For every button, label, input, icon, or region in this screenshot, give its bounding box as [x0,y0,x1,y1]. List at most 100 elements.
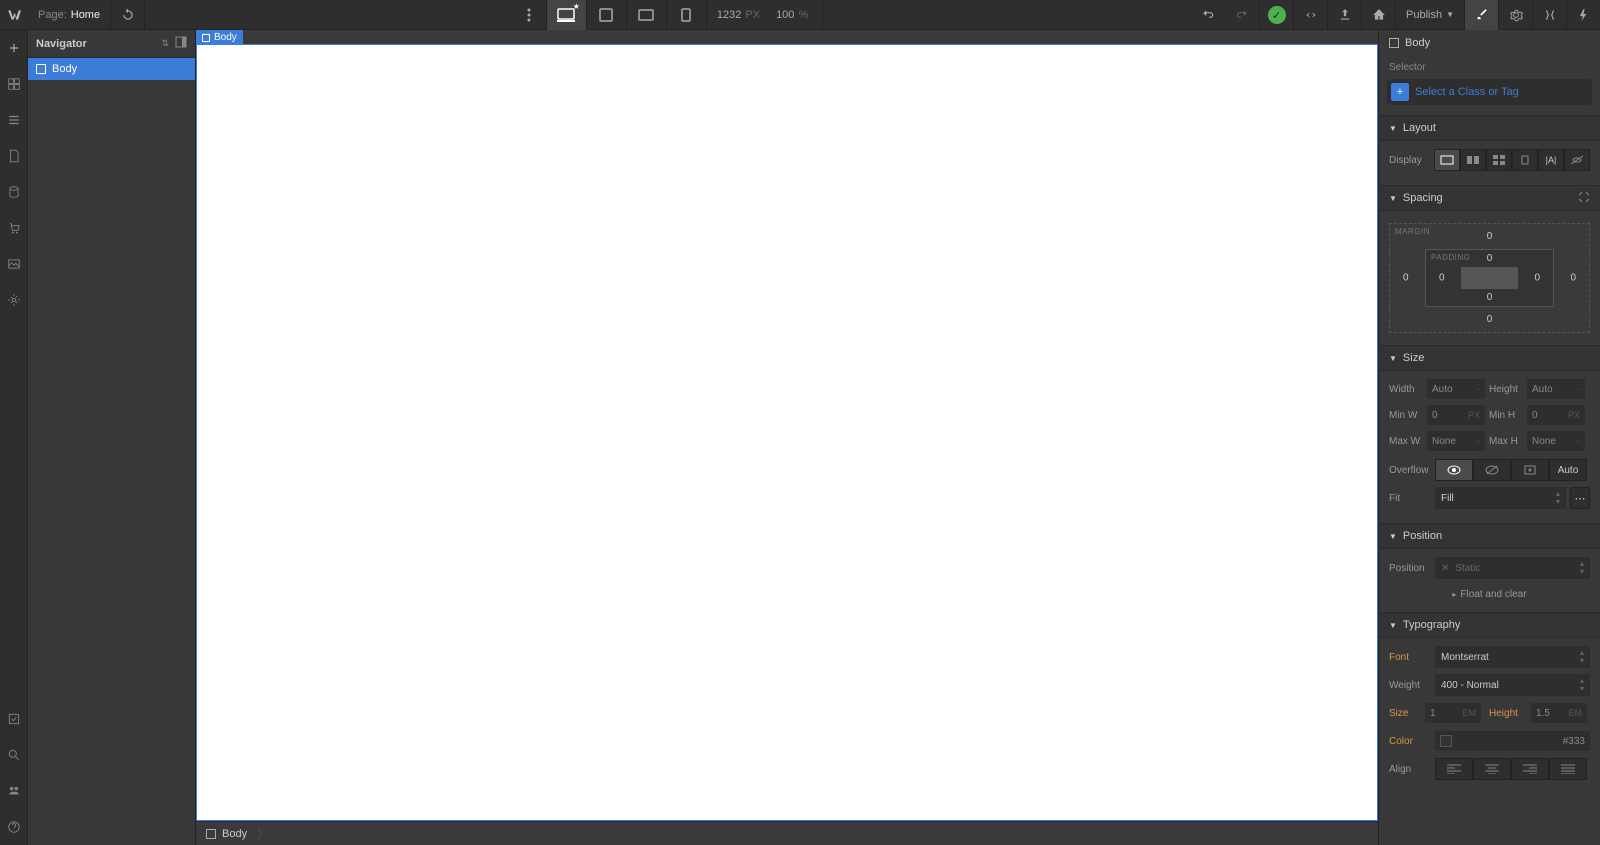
spacing-box-model[interactable]: MARGIN PADDING 0 0 0 0 0 0 0 0 [1389,223,1590,333]
page-selector[interactable]: Page: Home [28,0,111,29]
settings-button[interactable] [0,282,28,318]
assets-button[interactable] [0,246,28,282]
size-section-header[interactable]: ▼ Size [1379,345,1600,371]
padding-right-input[interactable]: 0 [1534,273,1540,284]
margin-right-input[interactable]: 0 [1570,273,1576,284]
zoom-value: 100 [776,9,794,21]
position-section-header[interactable]: ▼ Position [1379,523,1600,549]
status-success-icon[interactable]: ✓ [1259,0,1293,30]
layout-section-header[interactable]: ▼ Layout [1379,115,1600,141]
device-mobile-button[interactable] [667,0,707,30]
styles-panel-button[interactable] [1532,0,1566,30]
height-input[interactable]: Auto- [1527,379,1585,399]
fit-label: Fit [1389,493,1435,504]
position-select[interactable]: ✕Static▴▾ [1435,557,1590,579]
display-label: Display [1389,155,1434,166]
add-class-icon[interactable]: + [1391,83,1409,101]
align-label: Align [1389,764,1435,775]
selector-label: Selector [1379,56,1600,79]
navigator-toggle-button[interactable] [0,102,28,138]
padding-top-input[interactable]: 0 [1487,253,1493,264]
overflow-label: Overflow [1389,465,1435,476]
font-label: Font [1389,652,1435,663]
font-select[interactable]: Montserrat▴▾ [1435,646,1590,668]
design-canvas[interactable] [196,44,1378,821]
checklist-button[interactable] [0,701,28,737]
code-icon[interactable] [1293,0,1327,30]
align-justify-button[interactable] [1549,758,1587,780]
display-inline-block-button[interactable] [1512,149,1538,171]
fit-more-button[interactable]: ⋯ [1570,487,1590,509]
brush-panel-button[interactable] [1464,0,1498,30]
weight-label: Weight [1389,680,1435,691]
video-tutorial-button[interactable] [0,773,28,809]
lineheight-input[interactable]: 1.5EM [1531,703,1587,723]
components-button[interactable] [0,66,28,102]
navigator-item-body[interactable]: Body [28,58,195,80]
help-button[interactable] [0,809,28,845]
typography-section-header[interactable]: ▼ Typography [1379,612,1600,638]
display-none-button[interactable] [1564,149,1590,171]
align-left-button[interactable] [1435,758,1473,780]
overflow-auto-button[interactable]: Auto [1549,459,1587,481]
width-unit: PX [745,9,760,21]
device-tablet-button[interactable] [587,0,627,30]
export-icon[interactable] [1327,0,1361,30]
webflow-logo[interactable] [0,0,28,30]
maxw-input[interactable]: None- [1427,431,1485,451]
settings-panel-button[interactable] [1498,0,1532,30]
minh-input[interactable]: 0PX [1527,405,1585,425]
color-label: Color [1389,736,1435,747]
maxw-label: Max W [1389,436,1427,447]
display-inline-button[interactable]: |A| [1538,149,1564,171]
more-menu-icon[interactable] [513,0,547,30]
overflow-hidden-button[interactable] [1473,459,1511,481]
cms-button[interactable] [0,174,28,210]
pages-button[interactable] [0,138,28,174]
display-block-button[interactable] [1434,149,1460,171]
lineheight-label: Height [1489,708,1531,719]
canvas-dimensions[interactable]: 1232 PX 100 % [707,0,823,29]
search-button[interactable] [0,737,28,773]
display-flex-button[interactable] [1460,149,1486,171]
spacing-expand-icon[interactable] [1578,191,1590,206]
class-selector-input[interactable]: + Select a Class or Tag [1387,79,1592,105]
audit-icon[interactable] [1361,0,1395,30]
minh-label: Min H [1489,410,1527,421]
breadcrumb-body[interactable]: Body [222,828,247,840]
width-label: Width [1389,384,1427,395]
display-grid-button[interactable] [1486,149,1512,171]
margin-left-input[interactable]: 0 [1403,273,1409,284]
interactions-panel-button[interactable] [1566,0,1600,30]
float-clear-toggle[interactable]: ▸Float and clear [1389,585,1590,604]
overflow-visible-button[interactable] [1435,459,1473,481]
weight-select[interactable]: 400 - Normal▴▾ [1435,674,1590,696]
margin-top-input[interactable]: 0 [1487,231,1493,242]
refresh-button[interactable] [111,0,145,30]
fit-select[interactable]: Fill▴▾ [1435,487,1566,509]
padding-left-input[interactable]: 0 [1439,273,1445,284]
align-center-button[interactable] [1473,758,1511,780]
overflow-scroll-button[interactable] [1511,459,1549,481]
minw-input[interactable]: 0PX [1427,405,1485,425]
device-tablet-landscape-button[interactable] [627,0,667,30]
width-input[interactable]: Auto- [1427,379,1485,399]
selected-element-tag[interactable]: Body [196,30,243,45]
add-element-button[interactable] [0,30,28,66]
font-size-label: Size [1389,708,1425,719]
maxh-input[interactable]: None- [1527,431,1585,451]
navigator-sort-icon[interactable]: ⇅ [161,38,169,49]
device-desktop-button[interactable]: ★ [547,0,587,30]
ecommerce-button[interactable] [0,210,28,246]
padding-bottom-input[interactable]: 0 [1487,292,1493,303]
publish-button[interactable]: Publish ▼ [1395,0,1464,29]
navigator-title: Navigator [36,38,161,50]
navigator-collapse-icon[interactable] [175,36,187,51]
undo-button[interactable] [1191,0,1225,30]
font-size-input[interactable]: 1EM [1425,703,1481,723]
align-right-button[interactable] [1511,758,1549,780]
spacing-section-header[interactable]: ▼ Spacing [1379,185,1600,211]
redo-button[interactable] [1225,0,1259,30]
color-input[interactable]: #333 [1435,731,1590,751]
margin-bottom-input[interactable]: 0 [1487,314,1493,325]
